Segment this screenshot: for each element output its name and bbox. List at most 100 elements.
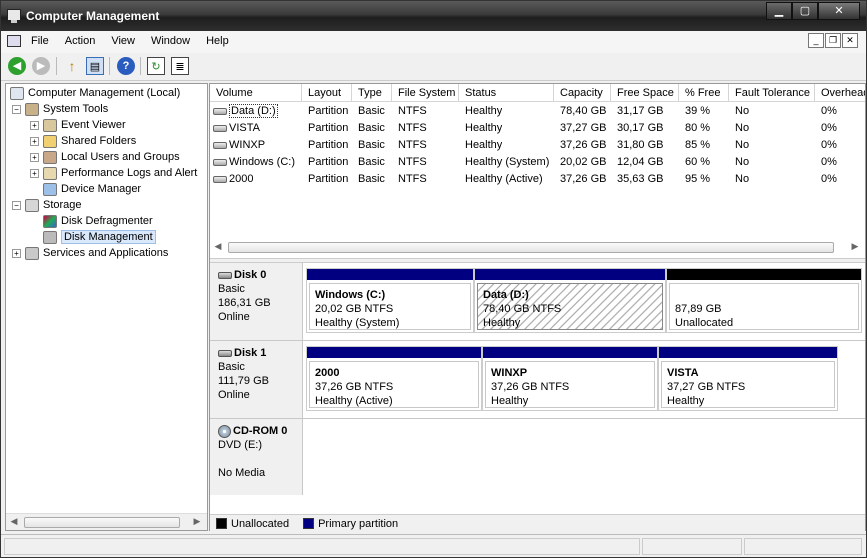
title-bar[interactable]: Computer Management ▁ ▢ ✕	[1, 1, 866, 31]
collapse-toggle[interactable]: −	[12, 200, 21, 210]
column-header-layout[interactable]: Layout	[302, 84, 352, 102]
partition-size: 87,89 GB	[675, 303, 722, 315]
expand-toggle[interactable]: +	[30, 168, 39, 178]
volume-row[interactable]: Data (D:) Partition Basic NTFS Healthy 7…	[210, 103, 865, 120]
disk-management-icon	[43, 230, 57, 244]
collapse-toggle[interactable]: −	[12, 104, 21, 114]
child-minimize-button[interactable]: _	[808, 33, 824, 48]
expand-toggle[interactable]: +	[30, 136, 39, 146]
tree-item-performance-logs[interactable]: + Performance Logs and Alert	[30, 165, 197, 181]
tree-horizontal-scrollbar[interactable]: ◀ ▶	[6, 513, 207, 530]
column-header-capacity[interactable]: Capacity	[554, 84, 611, 102]
partition-block[interactable]: 2000 37,26 GB NTFS Healthy (Active)	[306, 346, 482, 411]
menu-file[interactable]: File	[31, 35, 49, 47]
partition-block[interactable]: WINXP 37,26 GB NTFS Healthy	[482, 346, 658, 411]
column-header-fault-tolerance[interactable]: Fault Tolerance	[729, 84, 815, 102]
tree-item-storage[interactable]: − Storage	[12, 197, 82, 213]
scroll-thumb[interactable]	[24, 517, 180, 528]
properties-icon[interactable]: ≣	[171, 57, 189, 75]
partition-block-selected[interactable]: Data (D:) 78,40 GB NTFS Healthy	[474, 268, 666, 333]
child-restore-button[interactable]: ❐	[825, 33, 841, 48]
scroll-right-icon[interactable]: ▶	[191, 516, 203, 527]
scroll-left-icon[interactable]: ◀	[8, 516, 20, 527]
disk-info[interactable]: CD-ROM 0 DVD (E:) No Media	[210, 419, 303, 495]
column-header-type[interactable]: Type	[352, 84, 392, 102]
volume-name: Data (D:)	[229, 104, 278, 118]
up-folder-icon[interactable]: ↑	[63, 57, 81, 75]
tree-item-disk-defragmenter[interactable]: Disk Defragmenter	[43, 213, 153, 229]
disk-row[interactable]: Disk 1 Basic 111,79 GB Online 2000 37,26…	[210, 341, 865, 419]
disk-row[interactable]: Disk 0 Basic 186,31 GB Online Windows (C…	[210, 263, 865, 341]
close-button[interactable]: ✕	[818, 2, 860, 20]
expand-toggle[interactable]: +	[12, 248, 21, 258]
column-header-overhead[interactable]: Overhead	[815, 84, 865, 102]
tree-item-event-viewer[interactable]: + Event Viewer	[30, 117, 126, 133]
disk-info[interactable]: Disk 0 Basic 186,31 GB Online	[210, 263, 303, 340]
minimize-button[interactable]: ▁	[766, 2, 792, 20]
menu-view[interactable]: View	[111, 35, 135, 47]
tree-item-device-manager[interactable]: Device Manager	[43, 181, 141, 197]
expand-toggle[interactable]: +	[30, 120, 39, 130]
child-close-button[interactable]: ✕	[842, 33, 858, 48]
menu-window[interactable]: Window	[151, 35, 190, 47]
volume-cell: Windows (C:)	[210, 154, 302, 171]
storage-icon	[25, 198, 39, 212]
computer-management-window: Computer Management ▁ ▢ ✕ File Action Vi…	[0, 0, 867, 558]
fault-tolerance-cell: No	[735, 139, 750, 151]
partition-block[interactable]: VISTA 37,27 GB NTFS Healthy	[658, 346, 838, 411]
scroll-thumb[interactable]	[228, 242, 834, 253]
primary-partition-swatch	[303, 518, 315, 529]
volume-row[interactable]: 2000 Partition Basic NTFS Healthy (Activ…	[210, 171, 865, 188]
volume-name: 2000	[229, 173, 254, 185]
disk-info[interactable]: Disk 1 Basic 111,79 GB Online	[210, 341, 303, 418]
back-arrow-icon[interactable]: ◀	[8, 57, 26, 75]
tree-item-services-applications[interactable]: + Services and Applications	[12, 245, 168, 261]
disk-row[interactable]: CD-ROM 0 DVD (E:) No Media	[210, 419, 865, 495]
volume-row[interactable]: Windows (C:) Partition Basic NTFS Health…	[210, 154, 865, 171]
file-system-cell: NTFS	[398, 173, 427, 185]
scroll-left-icon[interactable]: ◀	[212, 241, 224, 252]
column-header-status[interactable]: Status	[459, 84, 554, 102]
tree-item-system-tools[interactable]: − System Tools	[12, 101, 108, 117]
column-header-volume[interactable]: Volume	[210, 84, 302, 102]
percent-free-cell: 80 %	[685, 122, 711, 134]
tree-item-local-users[interactable]: + Local Users and Groups	[30, 149, 180, 165]
disk-size: 186,31 GB	[218, 297, 271, 309]
unallocated-block[interactable]: 87,89 GB Unallocated	[666, 268, 862, 333]
layout-cell: Partition	[308, 156, 349, 168]
menu-action[interactable]: Action	[65, 35, 96, 47]
volume-list-horizontal-scrollbar[interactable]: ◀ ▶	[210, 239, 865, 256]
forward-arrow-icon[interactable]: ▶	[32, 57, 50, 75]
system-menu-icon[interactable]	[7, 35, 21, 47]
partition-block[interactable]: Windows (C:) 20,02 GB NTFS Healthy (Syst…	[306, 268, 474, 333]
toolbar-separator	[140, 57, 141, 75]
tree-item-disk-management[interactable]: Disk Management	[43, 229, 156, 245]
disk-type: Basic	[218, 361, 245, 373]
free-space-cell: 30,17 GB	[617, 122, 664, 134]
column-header-file-system[interactable]: File System	[392, 84, 459, 102]
tree-item-label: Performance Logs and Alert	[61, 167, 198, 180]
menu-help[interactable]: Help	[206, 35, 229, 47]
overhead-cell: 0%	[821, 156, 837, 168]
disk-media: No Media	[218, 467, 266, 479]
disk-graphical-view: Disk 0 Basic 186,31 GB Online Windows (C…	[210, 263, 865, 514]
column-header-free-space[interactable]: Free Space	[611, 84, 679, 102]
volume-row[interactable]: WINXP Partition Basic NTFS Healthy 37,26…	[210, 137, 865, 154]
unallocated-bar	[667, 269, 861, 280]
refresh-icon[interactable]: ↻	[147, 57, 165, 75]
tree-item-computer-management[interactable]: Computer Management (Local)	[10, 85, 180, 101]
status-cell: Healthy (Active)	[465, 173, 543, 185]
help-icon[interactable]: ?	[117, 57, 135, 75]
volume-cell: Data (D:)	[210, 103, 302, 120]
show-hide-tree-icon[interactable]: ▤	[86, 57, 104, 75]
scroll-right-icon[interactable]: ▶	[849, 241, 861, 252]
status-bar	[1, 534, 866, 557]
tree-item-label: Storage	[43, 199, 82, 212]
hard-disk-icon	[218, 271, 232, 279]
volume-icon	[213, 142, 227, 149]
volume-row[interactable]: VISTA Partition Basic NTFS Healthy 37,27…	[210, 120, 865, 137]
column-header-percent-free[interactable]: % Free	[679, 84, 729, 102]
tree-item-shared-folders[interactable]: + Shared Folders	[30, 133, 136, 149]
maximize-button[interactable]: ▢	[792, 2, 818, 20]
expand-toggle[interactable]: +	[30, 152, 39, 162]
